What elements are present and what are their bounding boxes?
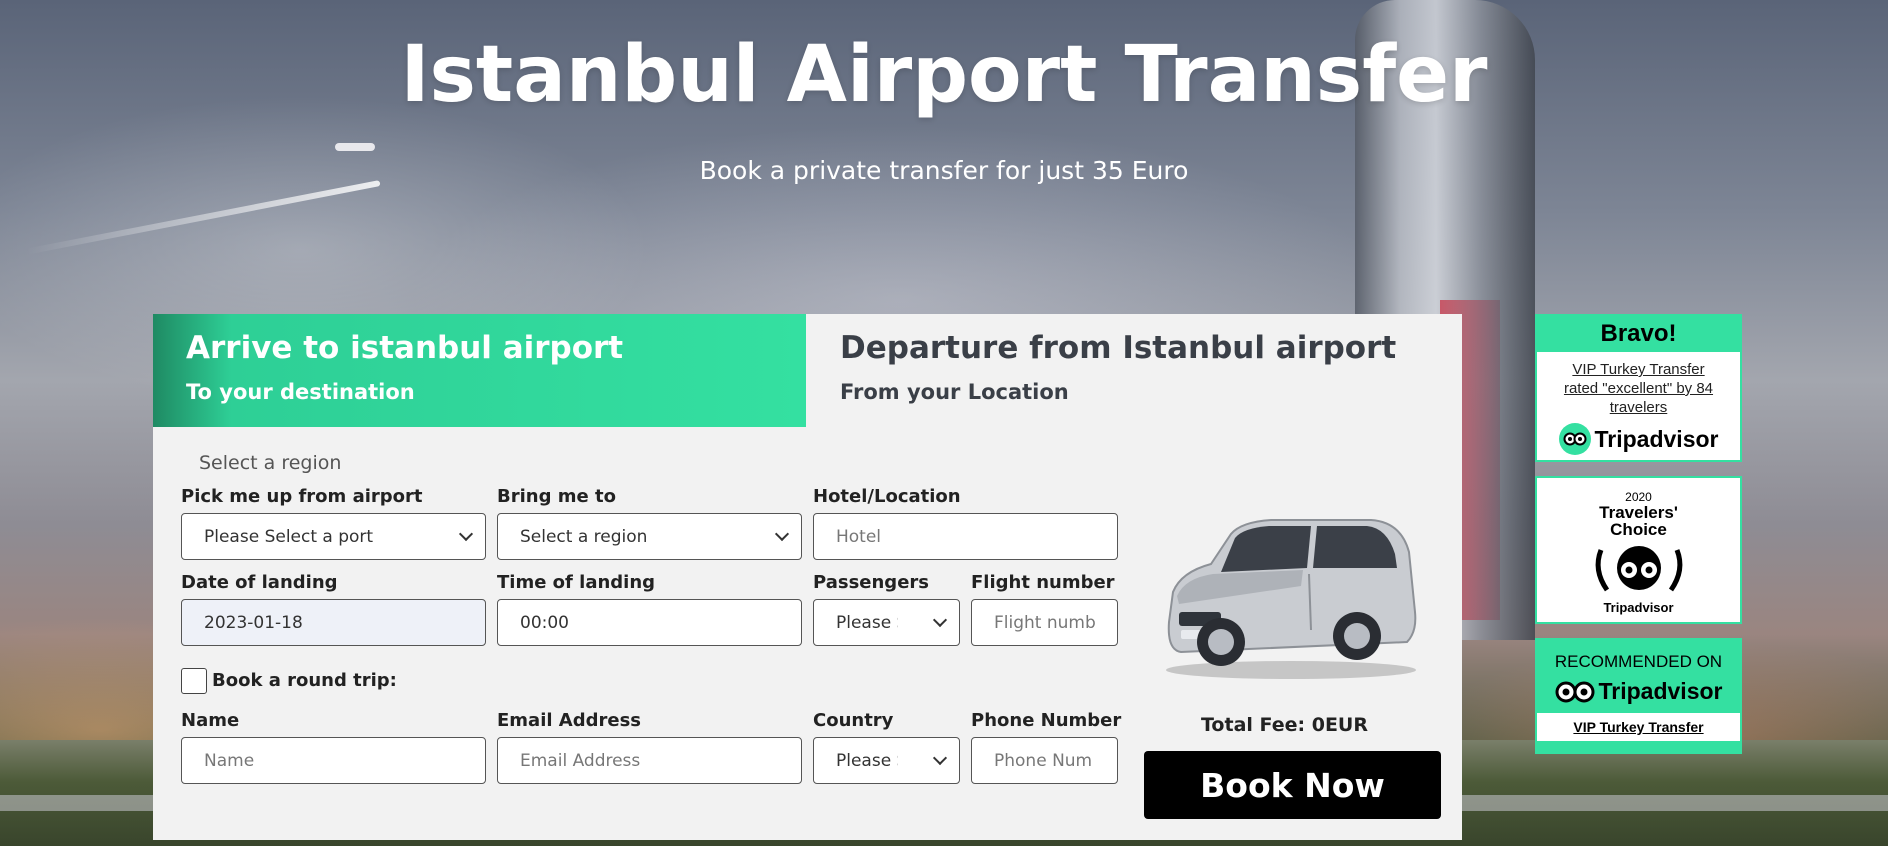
chevron-down-icon [932,612,948,627]
recommended-heading: RECOMMENDED ON [1554,652,1723,671]
tripadvisor-logo: Tripadvisor [1537,678,1740,705]
passengers-select[interactable]: Please Se [813,599,960,646]
laurel-owl-icon [1595,546,1682,592]
tripadvisor-wordmark: Tripadvisor [1594,425,1719,452]
email-input[interactable]: Email Address [497,737,802,784]
tripadvisor-wordmark: Tripadvisor [1598,678,1723,704]
hotel-input[interactable]: Hotel [813,513,1118,560]
total-fee-value: 0EUR [1311,714,1368,736]
date-label: Date of landing [181,572,338,593]
country-select-value: Please Se [836,750,898,771]
book-now-button[interactable]: Book Now [1144,751,1441,819]
phone-input[interactable]: Phone Num [971,737,1118,784]
flight-input[interactable]: Flight numb [971,599,1118,646]
tc-year: 2020 [1625,490,1652,504]
owl-icon [1558,423,1591,455]
bring-select-value: Select a region [520,526,648,547]
page-subtitle: Book a private transfer for just 35 Euro [699,156,1189,185]
recommended-badge[interactable]: RECOMMENDED ON Tripadvisor VIP Turkey Tr… [1535,638,1742,754]
tripadvisor-logo: Tripadvisor [1537,423,1740,455]
time-input[interactable]: 00:00 [497,599,802,646]
van-icon [1166,519,1417,679]
chevron-down-icon [932,750,948,765]
round-trip-checkbox[interactable] [181,668,207,694]
pickup-label: Pick me up from airport [181,486,423,507]
date-input[interactable]: 2023-01-18 [181,599,486,646]
chevron-down-icon [774,526,790,541]
email-label: Email Address [497,710,642,731]
owl-icon [1555,681,1594,702]
tripadvisor-bravo-badge[interactable]: Bravo! VIP Turkey Transfer rated "excell… [1535,314,1742,462]
bring-label: Bring me to [497,486,616,507]
bring-select[interactable]: Select a region [497,513,802,560]
travelers-choice-badge[interactable]: 2020 Travelers' Choice Tripadvisor [1535,476,1742,624]
pickup-select[interactable]: Please Select a port [181,513,486,560]
tab-arrive[interactable]: Arrive to istanbul airport To your desti… [153,314,806,427]
round-trip-label: Book a round trip: [212,670,397,691]
total-fee-label: Total Fee: [1201,714,1306,736]
flight-label: Flight number [971,572,1115,593]
region-hint: Select a region [199,452,342,474]
phone-label: Phone Number [971,710,1122,731]
tc-line2: Choice [1610,520,1667,539]
name-label: Name [181,710,240,731]
tab-arrive-subtitle: To your destination [186,380,415,404]
tab-depart-title: Departure from Istanbul airport [840,330,1397,366]
booking-panel: Arrive to istanbul airport To your desti… [153,314,1462,840]
tab-arrive-title: Arrive to istanbul airport [186,330,624,366]
bravo-rating-link[interactable]: VIP Turkey Transfer rated "excellent" by… [1537,352,1740,417]
country-label: Country [813,710,894,731]
pickup-select-value: Please Select a port [204,526,374,547]
recommended-link[interactable]: VIP Turkey Transfer [1537,713,1740,741]
passengers-label: Passengers [813,572,929,593]
page-title: Istanbul Airport Transfer [400,30,1488,120]
chevron-down-icon [458,526,474,541]
tc-line1: Travelers' [1599,503,1678,522]
total-fee: Total Fee: 0EUR [1201,714,1368,736]
airplane-decoration [335,143,375,151]
tab-depart[interactable]: Departure from Istanbul airport From you… [806,314,1462,427]
bravo-heading: Bravo! [1537,316,1740,352]
country-select[interactable]: Please Se [813,737,960,784]
passengers-select-value: Please Se [836,612,898,633]
name-input[interactable]: Name [181,737,486,784]
hotel-label: Hotel/Location [813,486,961,507]
tab-depart-subtitle: From your Location [840,380,1069,404]
time-label: Time of landing [497,572,656,593]
tc-brand: Tripadvisor [1603,600,1674,615]
